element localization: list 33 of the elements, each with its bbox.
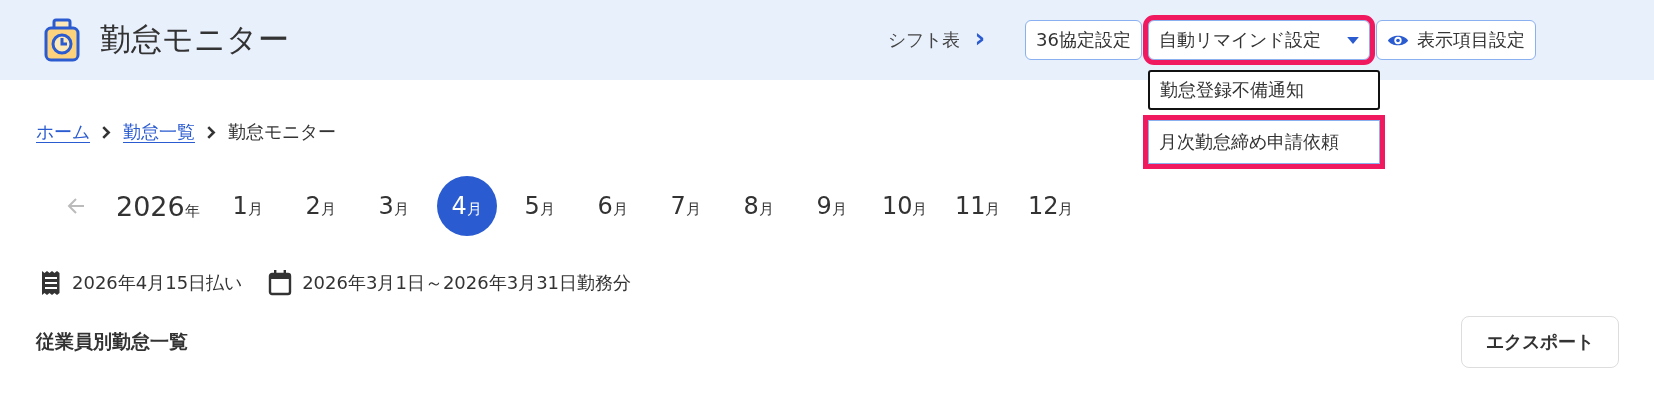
breadcrumb-link[interactable]: ホーム	[36, 120, 90, 144]
work-period: 2026年3月1日～2026年3月31日勤務分	[302, 271, 632, 295]
calendar-icon	[268, 270, 293, 296]
payment-date: 2026年4月15日払い	[72, 271, 243, 295]
breadcrumb-current: 勤怠モニター	[228, 120, 336, 144]
month-tab[interactable]: 1月	[217, 176, 278, 236]
year-label: 2026年	[116, 190, 200, 222]
month-tab[interactable]: 2月	[290, 176, 351, 236]
month-tab[interactable]: 8月	[728, 176, 789, 236]
month-tab[interactable]: 5月	[509, 176, 570, 236]
month-tab[interactable]: 6月	[582, 176, 643, 236]
month-tab[interactable]: 3月	[363, 176, 424, 236]
month-tab[interactable]: 4月	[436, 176, 497, 236]
caret-icon	[1347, 36, 1359, 44]
back-arrow-icon[interactable]	[66, 196, 86, 216]
month-tab[interactable]: 10月	[874, 176, 935, 236]
receipt-icon	[40, 270, 62, 296]
export-button[interactable]: エクスポート	[1461, 316, 1619, 368]
chevron-icon: ›	[974, 23, 986, 53]
month-tab[interactable]: 12月	[1020, 176, 1081, 236]
clock-bag-icon	[44, 18, 80, 62]
month-tab[interactable]: 11月	[947, 176, 1008, 236]
chevron-icon	[207, 125, 216, 139]
chevron-icon	[102, 125, 111, 139]
month-tab[interactable]: 9月	[801, 176, 862, 236]
section-title: 従業員別勤怠一覧	[36, 329, 188, 354]
breadcrumb-link[interactable]: 勤怠一覧	[123, 120, 195, 144]
month-tab[interactable]: 7月	[655, 176, 716, 236]
menu-item[interactable]: 勤怠登録不備通知	[1148, 70, 1380, 110]
settings-button[interactable]: 表示項目設定	[1376, 20, 1536, 60]
settings-button[interactable]: 36協定設定	[1025, 20, 1142, 60]
shift-table-link[interactable]: シフト表	[888, 28, 961, 52]
page-title: 勤怠モニター	[100, 20, 289, 59]
